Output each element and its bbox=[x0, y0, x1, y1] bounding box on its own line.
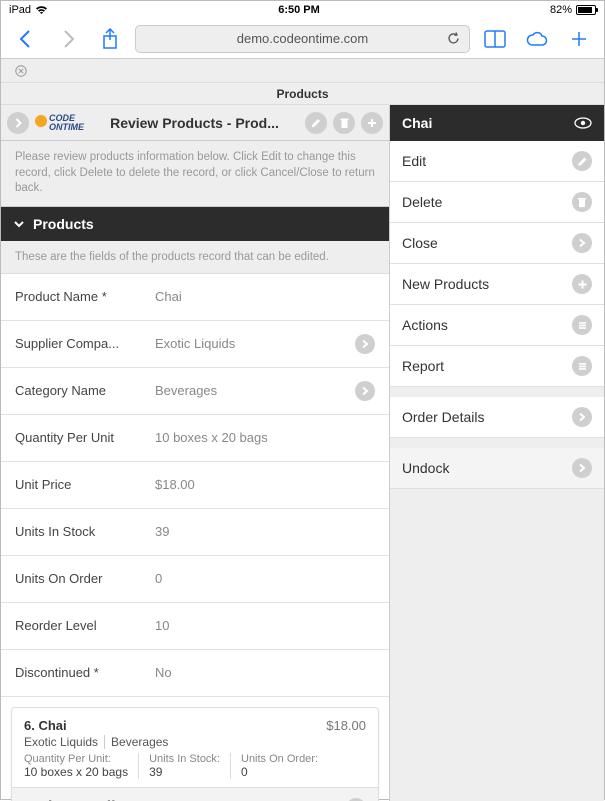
plus-circ-icon[interactable] bbox=[361, 112, 383, 134]
sidebar-item-label: Undock bbox=[402, 460, 449, 476]
url-bar[interactable]: demo.codeontime.com bbox=[135, 25, 470, 53]
field-value: 10 bbox=[155, 618, 375, 633]
sidebar-item-label: Order Details bbox=[402, 409, 484, 425]
field-value: 0 bbox=[155, 571, 375, 586]
field-label: Category Name bbox=[15, 383, 155, 398]
eye-icon[interactable] bbox=[574, 117, 592, 129]
browser-toolbar: demo.codeontime.com bbox=[1, 19, 604, 59]
plus-icon bbox=[572, 274, 592, 294]
cloud-button[interactable] bbox=[520, 24, 554, 54]
chevron-right-icon bbox=[355, 334, 375, 354]
sidebar-item-label: Actions bbox=[402, 317, 448, 333]
card-title: 6. Chai bbox=[24, 718, 67, 733]
field-label: Supplier Compa... bbox=[15, 336, 155, 351]
menu-icon bbox=[572, 356, 592, 376]
section-header[interactable]: Products bbox=[1, 207, 389, 241]
summary-card: 6. Chai $18.00 Exotic LiquidsBeverages Q… bbox=[11, 707, 379, 801]
sidebar-item[interactable]: Close bbox=[390, 223, 604, 264]
field-row: Reorder Level10 bbox=[1, 603, 389, 650]
sidebar-header: Chai bbox=[390, 105, 604, 141]
pencil-icon bbox=[572, 151, 592, 171]
menu-icon bbox=[572, 315, 592, 335]
field-label: Discontinued * bbox=[15, 665, 155, 680]
main-panel: CODE ONTIME Review Products - Prod... Pl… bbox=[1, 105, 389, 801]
card-col: Quantity Per Unit:10 boxes x 20 bags bbox=[24, 753, 138, 779]
card-col: Units In Stock:39 bbox=[138, 753, 230, 779]
app-logo: CODE ONTIME bbox=[35, 114, 84, 132]
battery-pct: 82% bbox=[550, 4, 572, 16]
field-row: Units On Order0 bbox=[1, 556, 389, 603]
card-subtitle: Exotic LiquidsBeverages bbox=[24, 735, 366, 749]
battery-icon bbox=[576, 5, 596, 15]
field-label: Unit Price bbox=[15, 477, 155, 492]
field-row[interactable]: Supplier Compa...Exotic Liquids bbox=[1, 321, 389, 368]
arrow-icon bbox=[572, 458, 592, 478]
sidebar-item[interactable]: Delete bbox=[390, 182, 604, 223]
sidebar-item[interactable]: Edit bbox=[390, 141, 604, 182]
sidebar-item[interactable]: Undock bbox=[390, 448, 604, 489]
sidebar-item-label: New Products bbox=[402, 276, 489, 292]
field-row: Discontinued *No bbox=[1, 650, 389, 697]
field-row: Units In Stock39 bbox=[1, 509, 389, 556]
help-text: Please review products information below… bbox=[1, 141, 389, 207]
trash-circ-icon[interactable] bbox=[333, 112, 355, 134]
status-bar: iPad 6:50 PM 82% bbox=[1, 1, 604, 19]
field-value: No bbox=[155, 665, 375, 680]
review-header: CODE ONTIME Review Products - Prod... bbox=[1, 105, 389, 141]
section-help: These are the fields of the products rec… bbox=[1, 241, 389, 274]
device-label: iPad bbox=[9, 4, 31, 16]
back-circ-icon[interactable] bbox=[7, 112, 29, 134]
chevron-right-icon bbox=[346, 798, 366, 801]
close-icon[interactable] bbox=[15, 65, 27, 77]
reader-button[interactable] bbox=[478, 24, 512, 54]
field-value: Chai bbox=[155, 289, 375, 304]
field-label: Units On Order bbox=[15, 571, 155, 586]
sidebar-item[interactable]: Order Details bbox=[390, 397, 604, 438]
field-label: Reorder Level bbox=[15, 618, 155, 633]
page-title: Products bbox=[1, 83, 604, 105]
sidebar-item[interactable]: New Products bbox=[390, 264, 604, 305]
field-value: 10 boxes x 20 bags bbox=[155, 430, 375, 445]
card-price: $18.00 bbox=[326, 718, 366, 733]
sidebar-item-label: Edit bbox=[402, 153, 426, 169]
sidebar-item[interactable]: Report bbox=[390, 346, 604, 387]
field-row: Unit Price$18.00 bbox=[1, 462, 389, 509]
clock: 6:50 PM bbox=[278, 4, 320, 16]
field-label: Product Name * bbox=[15, 289, 155, 304]
sidebar-item-label: Close bbox=[402, 235, 438, 251]
url-text: demo.codeontime.com bbox=[237, 31, 369, 46]
field-row[interactable]: Category NameBeverages bbox=[1, 368, 389, 415]
arrow-icon bbox=[572, 407, 592, 427]
back-button[interactable] bbox=[9, 24, 43, 54]
sidebar-item-label: Delete bbox=[402, 194, 442, 210]
chevron-right-icon bbox=[355, 381, 375, 401]
card-col: Units On Order:0 bbox=[230, 753, 328, 779]
share-button[interactable] bbox=[93, 24, 127, 54]
section-title: Products bbox=[33, 216, 94, 232]
arrow-icon bbox=[572, 233, 592, 253]
forward-button[interactable] bbox=[51, 24, 85, 54]
wifi-icon bbox=[35, 5, 48, 15]
edit-circ-icon[interactable] bbox=[305, 112, 327, 134]
field-value: Exotic Liquids bbox=[155, 336, 355, 351]
chevron-down-icon bbox=[13, 218, 25, 230]
field-label: Units In Stock bbox=[15, 524, 155, 539]
sidebar-item[interactable]: Actions bbox=[390, 305, 604, 346]
close-row bbox=[1, 59, 604, 83]
field-row: Product Name *Chai bbox=[1, 274, 389, 321]
field-row: Quantity Per Unit10 boxes x 20 bags bbox=[1, 415, 389, 462]
field-value: 39 bbox=[155, 524, 375, 539]
field-label: Quantity Per Unit bbox=[15, 430, 155, 445]
field-value: Beverages bbox=[155, 383, 355, 398]
sidebar-item-label: Report bbox=[402, 358, 444, 374]
field-value: $18.00 bbox=[155, 477, 375, 492]
trash-icon bbox=[572, 192, 592, 212]
review-title: Review Products - Prod... bbox=[90, 115, 299, 131]
sidebar: Chai Edit Delete Close New Products Actions R… bbox=[389, 105, 604, 801]
card-footer-link[interactable]: Order Details bbox=[12, 787, 378, 801]
new-tab-button[interactable] bbox=[562, 24, 596, 54]
refresh-icon[interactable] bbox=[446, 31, 461, 46]
